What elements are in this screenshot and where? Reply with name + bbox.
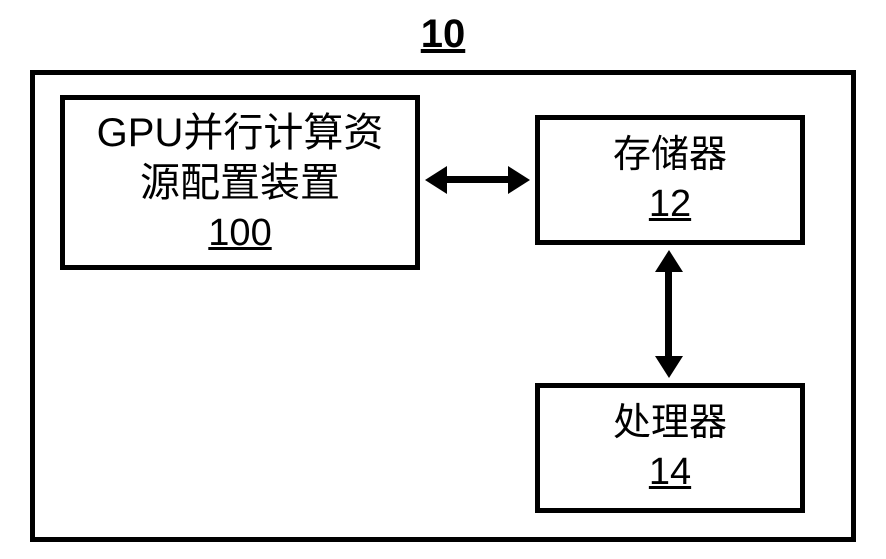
arrow-gpu-memory [445,176,510,183]
diagram-title: 10 [0,12,886,57]
memory-label: 存储器 [613,132,727,180]
processor-box: 处理器 14 [535,383,805,513]
arrow-memory-processor [665,270,672,358]
gpu-ref-number: 100 [208,210,271,258]
diagram-canvas: 10 GPU并行计算资 源配置装置 100 存储器 12 处理器 14 [0,0,886,559]
processor-label: 处理器 [613,400,727,448]
processor-ref-number: 14 [649,449,691,497]
gpu-label-line1: GPU并行计算资 [97,108,384,158]
memory-box: 存储器 12 [535,115,805,245]
gpu-config-device-box: GPU并行计算资 源配置装置 100 [60,95,420,270]
gpu-label-line2: 源配置装置 [140,158,340,208]
outer-container-box: GPU并行计算资 源配置装置 100 存储器 12 处理器 14 [30,70,856,542]
memory-ref-number: 12 [649,181,691,229]
